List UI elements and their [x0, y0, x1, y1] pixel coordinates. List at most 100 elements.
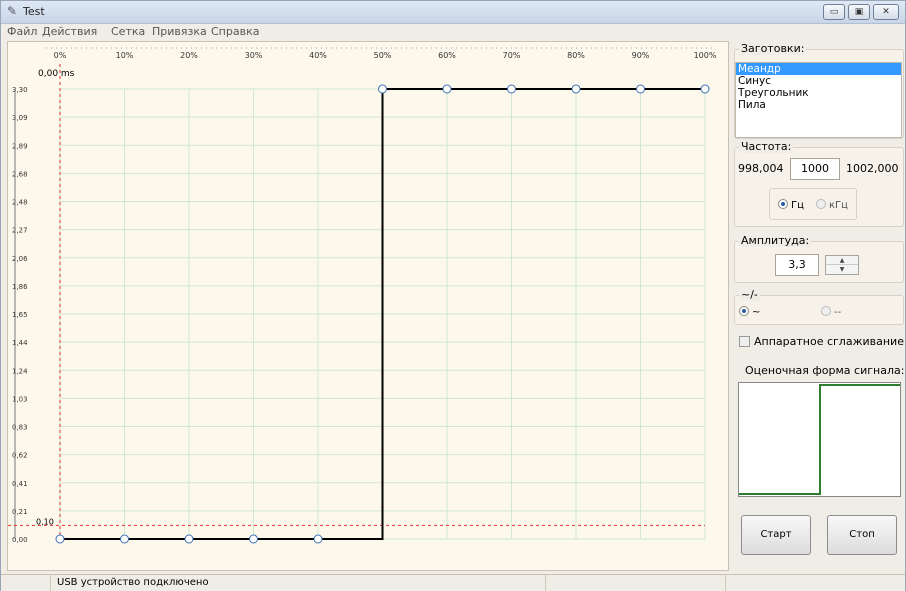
coupling-group: ~/- ~ -- [734, 288, 904, 325]
coupling-dc-label: -- [834, 307, 842, 318]
y-tick-label: 1,44 [12, 339, 28, 347]
radio-off-icon [816, 199, 826, 209]
presets-legend: Заготовки: [739, 42, 807, 55]
control-point [378, 84, 387, 94]
control-point [249, 534, 258, 544]
start-button[interactable]: Старт [741, 515, 811, 555]
y-tick-label: 0,62 [12, 452, 28, 460]
window-title: Test [23, 5, 45, 18]
smoothing-checkbox[interactable]: Аппаратное сглаживание [739, 335, 904, 348]
maximize-button[interactable]: ▣ [848, 4, 870, 20]
y-tick-label: 2,48 [12, 199, 28, 207]
x-tick-label: 20% [180, 51, 198, 60]
menu-snap[interactable]: Привязка [152, 25, 207, 38]
coupling-ac-radio[interactable]: ~ [739, 306, 760, 318]
y-tick-label: 2,06 [12, 255, 28, 263]
status-cell-3 [726, 575, 905, 591]
x-tick-label: 40% [309, 51, 327, 60]
radio-on-icon [739, 306, 749, 316]
y-tick-label: 0,21 [12, 508, 28, 516]
y-tick-label: 0,00 [12, 536, 28, 544]
spin-up-icon[interactable]: ▲ [826, 256, 858, 265]
maximize-icon: ▣ [854, 7, 864, 17]
control-point [636, 84, 645, 94]
presets-group: Заготовки: Меандр Синус Треугольник Пила [734, 42, 904, 139]
y-tick-label: 3,30 [12, 86, 28, 94]
control-point [55, 534, 65, 544]
y-tick-label: 1,86 [12, 283, 28, 291]
time-label: 0,00 ms [38, 69, 75, 79]
x-tick-label: 30% [245, 51, 263, 60]
x-tick-label: 80% [567, 51, 585, 60]
control-point [700, 84, 710, 94]
menu-grid[interactable]: Сетка [111, 25, 145, 38]
estimate-preview [738, 382, 901, 497]
control-point [571, 84, 581, 94]
unit-khz-label: кГц [829, 200, 848, 211]
menu-file[interactable]: Файл [7, 25, 37, 38]
unit-khz-radio[interactable]: кГц [816, 199, 848, 211]
y-tick-label: 2,89 [12, 142, 28, 150]
frequency-units: Гц кГц [769, 188, 857, 220]
control-point [313, 534, 323, 544]
minimize-icon: ▭ [829, 7, 839, 17]
x-tick-label: 90% [632, 51, 650, 60]
checkbox-icon [739, 336, 750, 347]
close-button[interactable]: ✕ [873, 4, 899, 20]
smoothing-label: Аппаратное сглаживание [754, 335, 904, 348]
spin-down-icon[interactable]: ▼ [826, 265, 858, 274]
preset-triangle[interactable]: Треугольник [736, 87, 901, 99]
x-tick-label: 70% [503, 51, 521, 60]
x-tick-label: 100% [694, 51, 717, 60]
y-tick-label: 3,09 [12, 114, 28, 122]
x-tick-label: 60% [438, 51, 456, 60]
y-tick-label: 1,03 [12, 395, 28, 403]
close-icon: ✕ [882, 7, 890, 17]
estimate-label: Оценочная форма сигнала: [745, 364, 905, 377]
unit-hz-label: Гц [791, 200, 804, 211]
y-tick-label: 2,68 [12, 170, 28, 178]
waveform-editor[interactable]: 0% 10% 20% 30% 40% 50% 60% 70% 80% 90% 100% 3,30 3,0… [7, 41, 729, 571]
coupling-dc-radio[interactable]: -- [821, 306, 841, 318]
x-tick-label: 10% [116, 51, 134, 60]
menu-help[interactable]: Справка [211, 25, 259, 38]
control-point [120, 534, 129, 544]
threshold-label: 0,10 [36, 517, 54, 526]
frequency-min: 998,004 [738, 162, 784, 175]
amplitude-group: Амплитуда: 3,3 ▲ ▼ [734, 234, 904, 283]
amplitude-legend: Амплитуда: [739, 234, 812, 247]
waveform-plot[interactable]: 0% 10% 20% 30% 40% 50% 60% 70% 80% 90% 100% 3,30 3,0… [8, 42, 728, 570]
estimate-waveform [739, 384, 900, 495]
y-tick-label: 0,83 [12, 424, 28, 432]
y-tick-label: 1,24 [12, 367, 28, 375]
y-tick-label: 0,41 [12, 480, 28, 488]
preset-sine[interactable]: Синус [736, 75, 901, 87]
x-tick-label: 50% [374, 51, 392, 60]
frequency-legend: Частота: [739, 140, 794, 153]
frequency-max: 1002,000 [846, 162, 899, 175]
x-tick-label: 0% [54, 51, 67, 60]
radio-off-icon [821, 306, 831, 316]
status-bar: USB устройство подключено [1, 574, 905, 591]
minimize-button[interactable]: ▭ [823, 4, 845, 20]
coupling-ac-label: ~ [752, 307, 761, 318]
unit-hz-radio[interactable]: Гц [778, 199, 804, 211]
y-tick-label: 1,65 [12, 311, 28, 319]
frequency-group: Частота: 998,004 1000 1002,000 Гц кГц [734, 140, 904, 227]
amplitude-input[interactable]: 3,3 [775, 254, 819, 276]
preset-saw[interactable]: Пила [736, 99, 901, 111]
title-bar: ✎ Test ▭ ▣ ✕ [1, 1, 905, 24]
amplitude-spinner[interactable]: ▲ ▼ [825, 255, 859, 275]
presets-list[interactable]: Меандр Синус Треугольник Пила [735, 62, 902, 138]
stop-button[interactable]: Стоп [827, 515, 897, 555]
status-cell-empty [1, 575, 51, 591]
control-point [184, 534, 194, 544]
menu-actions[interactable]: Действия [42, 25, 97, 38]
menu-bar: Файл Действия Сетка Привязка Справка [1, 24, 905, 40]
preset-meander[interactable]: Меандр [736, 63, 901, 75]
status-cell-2 [546, 575, 726, 591]
coupling-legend: ~/- [739, 288, 760, 301]
frequency-input[interactable]: 1000 [790, 158, 840, 180]
settings-panel: Заготовки: Меандр Синус Треугольник Пила… [733, 41, 905, 571]
radio-on-icon [778, 199, 788, 209]
